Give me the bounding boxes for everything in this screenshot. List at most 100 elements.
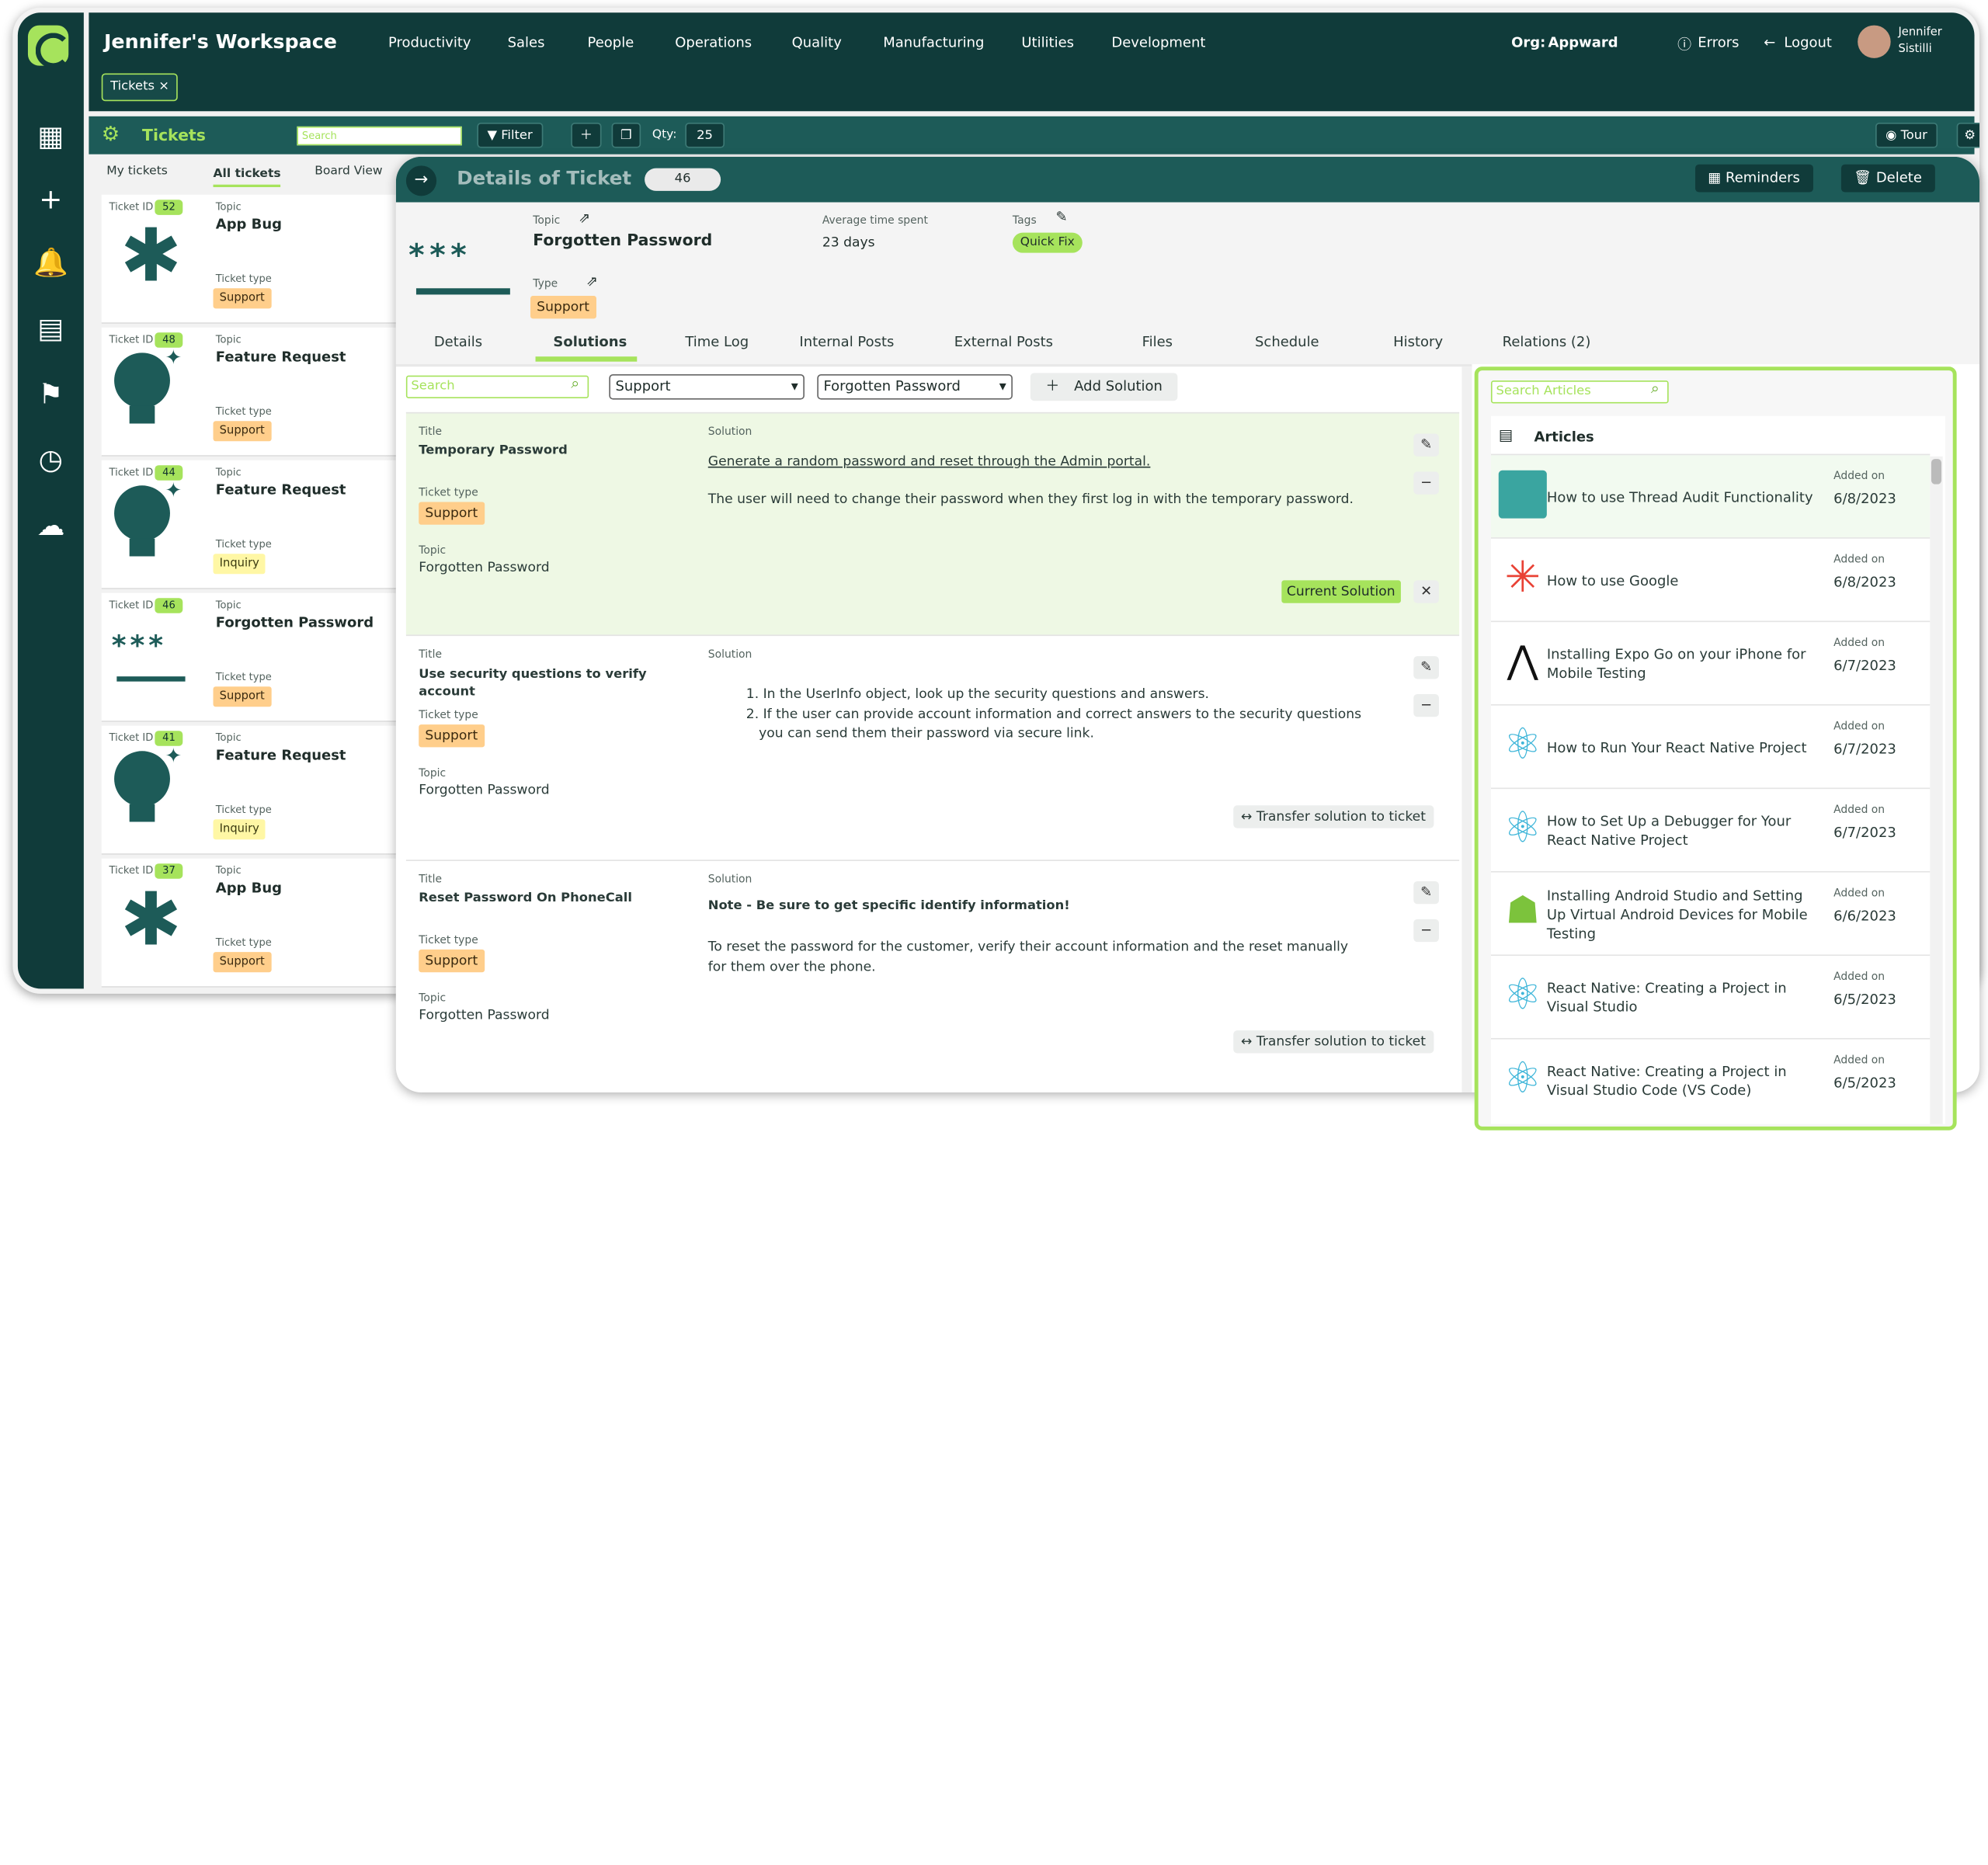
pencil-icon[interactable]: ✎ — [1413, 433, 1439, 457]
tab-time-log[interactable]: Time Log — [685, 334, 749, 350]
article-row[interactable]: How to use Thread Audit Functionality Add… — [1490, 453, 1931, 538]
article-date: 6/8/2023 — [1833, 574, 1896, 591]
minus-icon[interactable]: − — [1413, 471, 1439, 495]
solutions-scrollbar[interactable] — [1461, 366, 1472, 1092]
copy-button[interactable]: ❐ — [611, 122, 641, 148]
nav-productivity[interactable]: Productivity — [388, 34, 471, 50]
search-icon[interactable]: ⌕ — [1651, 380, 1660, 398]
tab-history[interactable]: History — [1393, 334, 1443, 350]
added-on-label: Added on — [1833, 971, 1885, 984]
ticket-card[interactable]: Ticket ID 44 Topic Feature Request Ticket ty… — [101, 460, 406, 589]
appward-logo-icon[interactable] — [27, 25, 71, 68]
ticket-card[interactable]: Ticket ID 41 Topic Feature Request Ticket ty… — [101, 725, 406, 855]
pencil-icon[interactable]: ✎ — [1413, 880, 1439, 905]
article-row[interactable]: ☗ Installing Android Studio and Setting U… — [1490, 870, 1931, 954]
filter-button[interactable]: ▼ Filter — [477, 122, 543, 148]
article-row[interactable]: ⚛ How to Set Up a Debugger for Your React… — [1490, 787, 1931, 870]
close-icon[interactable]: × — [158, 80, 169, 94]
transfer-solution-button[interactable]: ↔ Transfer solution to ticket — [1233, 805, 1434, 828]
tab-files[interactable]: Files — [1142, 334, 1173, 350]
article-row[interactable]: ⚛ How to Run Your React Native Project Add… — [1490, 704, 1931, 787]
article-row[interactable]: ⚛ React Native: Creating a Project in Vis… — [1490, 954, 1931, 1037]
solution-card[interactable]: Title Temporary Password Ticket type Sup… — [405, 412, 1460, 635]
run-icon[interactable]: ⚑ — [28, 372, 74, 418]
pencil-icon[interactable]: ✎ — [1413, 656, 1439, 679]
cloud-upload-icon[interactable]: ☁ — [28, 503, 74, 549]
solution-card[interactable]: Title Reset Password On PhoneCall Ticket… — [405, 860, 1460, 1085]
nav-development[interactable]: Development — [1111, 34, 1205, 50]
tag-quick-fix[interactable]: Quick Fix — [1012, 232, 1083, 253]
solutions-search-input[interactable]: Search — [405, 375, 589, 398]
nav-utilities[interactable]: Utilities — [1021, 34, 1074, 50]
nav-sales[interactable]: Sales — [508, 34, 545, 50]
arrow-right-icon[interactable]: → — [405, 165, 437, 196]
open-external-icon[interactable]: ⇗ — [586, 273, 598, 290]
article-row[interactable]: ⚛ React Native: Creating a Project in Vis… — [1490, 1037, 1931, 1121]
ticket-card[interactable]: Ticket ID 48 Topic Feature Request Ticket ty… — [101, 327, 406, 457]
ticket-card[interactable]: Ticket ID 37 Topic App Bug Ticket type Suppor… — [101, 858, 406, 988]
nav-quality[interactable]: Quality — [792, 34, 842, 50]
ticket-topic: App Bug — [215, 880, 283, 897]
nav-people[interactable]: People — [588, 34, 634, 50]
minus-icon[interactable]: − — [1413, 919, 1439, 943]
password-underline — [116, 676, 186, 682]
tab-schedule[interactable]: Schedule — [1255, 334, 1319, 350]
ticket-topic: Feature Request — [215, 747, 346, 764]
tab-board-view[interactable]: Board View — [315, 165, 382, 179]
articles-panel: Search Articles ⌕ ▤ Articles How to use … — [1474, 366, 1957, 1130]
pencil-icon[interactable]: ✎ — [1055, 209, 1067, 225]
apps-grid-icon[interactable]: ▦ — [28, 114, 74, 160]
scroll-thumb[interactable] — [1931, 459, 1942, 484]
topic-filter-select[interactable]: Forgotten Password ▾ — [817, 374, 1013, 400]
back-arrow-icon[interactable]: ← — [1764, 34, 1775, 50]
solution-link[interactable]: Generate a random password and reset thr… — [708, 454, 1151, 470]
chevron-down-icon: ▾ — [791, 377, 798, 395]
errors-link[interactable]: Errors — [1698, 34, 1739, 50]
type-filter-select[interactable]: Support ▾ — [609, 374, 805, 400]
tab-internal-posts[interactable]: Internal Posts — [799, 334, 894, 350]
bell-icon[interactable]: 🔔 — [28, 240, 74, 286]
clock-icon[interactable]: ◷ — [28, 437, 74, 483]
tab-my-tickets[interactable]: My tickets — [106, 165, 168, 179]
tab-external-posts[interactable]: External Posts — [954, 334, 1053, 350]
nav-manufacturing[interactable]: Manufacturing — [883, 34, 984, 50]
chat-icon[interactable]: ▤ — [28, 306, 74, 352]
avatar[interactable] — [1858, 25, 1891, 58]
transfer-solution-button[interactable]: ↔ Transfer solution to ticket — [1233, 1030, 1434, 1054]
ticket-card[interactable]: Ticket ID 52 Topic App Bug Ticket type Suppor… — [101, 194, 406, 324]
nav-operations[interactable]: Operations — [675, 34, 752, 50]
logout-link[interactable]: Logout — [1784, 34, 1832, 50]
search-icon[interactable]: ⌕ — [571, 374, 579, 393]
tab-relations[interactable]: Relations (2) — [1503, 334, 1591, 350]
qty-input[interactable]: 25 — [685, 122, 725, 148]
solution-title: Temporary Password — [419, 443, 568, 458]
delete-button[interactable]: 🗑 Delete — [1840, 164, 1935, 193]
tickets-search-input[interactable]: Search — [297, 126, 462, 146]
add-solution-button[interactable]: ＋ Add Solution — [1030, 373, 1178, 401]
article-title: How to use Google — [1546, 571, 1679, 589]
plus-icon[interactable]: + — [28, 177, 74, 223]
workspace-title: Jennifer's Workspace — [103, 30, 337, 54]
minus-icon[interactable]: − — [1413, 693, 1439, 717]
org-name[interactable]: Appward — [1548, 34, 1618, 50]
topic-value: Forgotten Password — [419, 1007, 550, 1023]
open-tab-tickets[interactable]: Tickets × — [101, 73, 179, 102]
tour-button[interactable]: ◉ Tour — [1875, 122, 1938, 148]
articles-scrollbar[interactable] — [1930, 456, 1943, 1124]
close-icon[interactable]: ✕ — [1413, 580, 1439, 603]
article-row[interactable]: ⋀ Installing Expo Go on your iPhone for M… — [1490, 620, 1931, 704]
ticket-card[interactable]: Ticket ID 46 Topic Forgotten Password Ticket… — [101, 592, 406, 722]
tab-all-tickets[interactable]: All tickets — [213, 167, 281, 188]
reminders-button[interactable]: ▦ Reminders — [1695, 164, 1813, 193]
settings-gear-icon[interactable]: ⚙ — [1956, 122, 1980, 148]
article-row[interactable]: ✳ How to use Google Added on 6/8/2023 — [1490, 537, 1931, 620]
solution-card[interactable]: Title Use security questions to verify a… — [405, 634, 1460, 860]
ticket-type-tag: Support — [213, 288, 271, 309]
errors-icon[interactable]: ⓘ — [1677, 34, 1691, 54]
open-external-icon[interactable]: ⇗ — [579, 210, 590, 226]
tab-solutions[interactable]: Solutions — [553, 334, 627, 350]
add-ticket-button[interactable]: ＋ — [571, 122, 602, 148]
tab-details[interactable]: Details — [434, 334, 482, 350]
articles-search-input[interactable]: Search Articles — [1490, 380, 1669, 404]
chevron-down-icon: ▾ — [999, 377, 1006, 395]
